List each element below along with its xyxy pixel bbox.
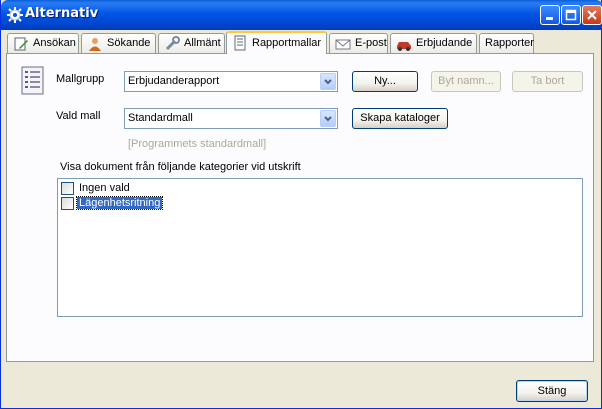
- maximize-button[interactable]: [561, 5, 581, 25]
- report-template-icon: [21, 66, 44, 95]
- vald-mall-value: Standardmall: [128, 112, 193, 124]
- categories-listbox[interactable]: Ingen vald Lägenhetsritning: [57, 178, 583, 317]
- vald-mall-select[interactable]: Standardmall: [124, 108, 338, 129]
- close-button[interactable]: [582, 5, 602, 25]
- tab-rapporter[interactable]: Rapporter: [479, 33, 534, 53]
- tab-label: Sökande: [107, 37, 151, 49]
- rename-button[interactable]: Byt namn...: [431, 71, 501, 92]
- chevron-down-icon: [324, 79, 332, 85]
- program-default-template-text: [Programmets standardmall]: [128, 138, 267, 150]
- tools-icon: [165, 36, 180, 51]
- tab-label: E-post: [355, 37, 387, 49]
- category-checkbox[interactable]: [61, 197, 74, 210]
- categories-heading: Visa dokument från följande kategorier v…: [60, 161, 301, 173]
- window-title: Alternativ: [25, 6, 99, 21]
- mallgrupp-dropdown-button[interactable]: [320, 73, 336, 90]
- tab-sokande[interactable]: Sökande: [81, 33, 156, 53]
- minimize-icon: [546, 17, 553, 20]
- category-checkbox[interactable]: [61, 182, 74, 195]
- tab-ansokan[interactable]: Ansökan: [7, 33, 79, 53]
- category-label: Lägenhetsritning: [75, 196, 164, 210]
- car-icon: [397, 42, 411, 51]
- close-icon: [587, 10, 597, 20]
- tab-label: Ansökan: [33, 37, 76, 49]
- tab-erbjudande[interactable]: Erbjudande: [390, 33, 477, 53]
- mallgrupp-label: Mallgrupp: [56, 73, 105, 85]
- minimize-button[interactable]: [540, 5, 560, 25]
- new-button[interactable]: Ny...: [352, 71, 418, 92]
- create-catalogs-button[interactable]: Skapa kataloger: [352, 108, 448, 129]
- tab-allmant[interactable]: Allmänt: [158, 33, 225, 53]
- gear-icon: [7, 7, 23, 23]
- delete-button[interactable]: Ta bort: [512, 71, 583, 92]
- tab-label: Erbjudande: [416, 37, 473, 49]
- tab-label: Rapporter: [485, 37, 534, 49]
- mallgrupp-select[interactable]: Erbjudanderapport: [124, 71, 338, 92]
- category-label: Ingen vald: [79, 182, 130, 194]
- title-bar[interactable]: Alternativ: [1, 0, 602, 30]
- document-icon: [234, 35, 246, 51]
- tab-epost[interactable]: E-post: [329, 33, 388, 53]
- edit-icon: [14, 37, 28, 51]
- tab-rapportmallar[interactable]: Rapportmallar: [226, 31, 327, 54]
- person-icon: [89, 38, 101, 51]
- close-dialog-button[interactable]: Stäng: [516, 380, 588, 402]
- chevron-down-icon: [324, 116, 332, 122]
- mallgrupp-value: Erbjudanderapport: [128, 75, 220, 87]
- tab-label: Allmänt: [184, 37, 221, 49]
- tab-label: Rapportmallar: [252, 37, 322, 49]
- envelope-icon: [335, 39, 351, 50]
- maximize-icon: [565, 9, 577, 21]
- vald-mall-dropdown-button[interactable]: [320, 110, 336, 127]
- vald-mall-label: Vald mall: [56, 110, 101, 122]
- options-window: Alternativ Ansökan Sökande Allmänt Rappo…: [0, 0, 602, 409]
